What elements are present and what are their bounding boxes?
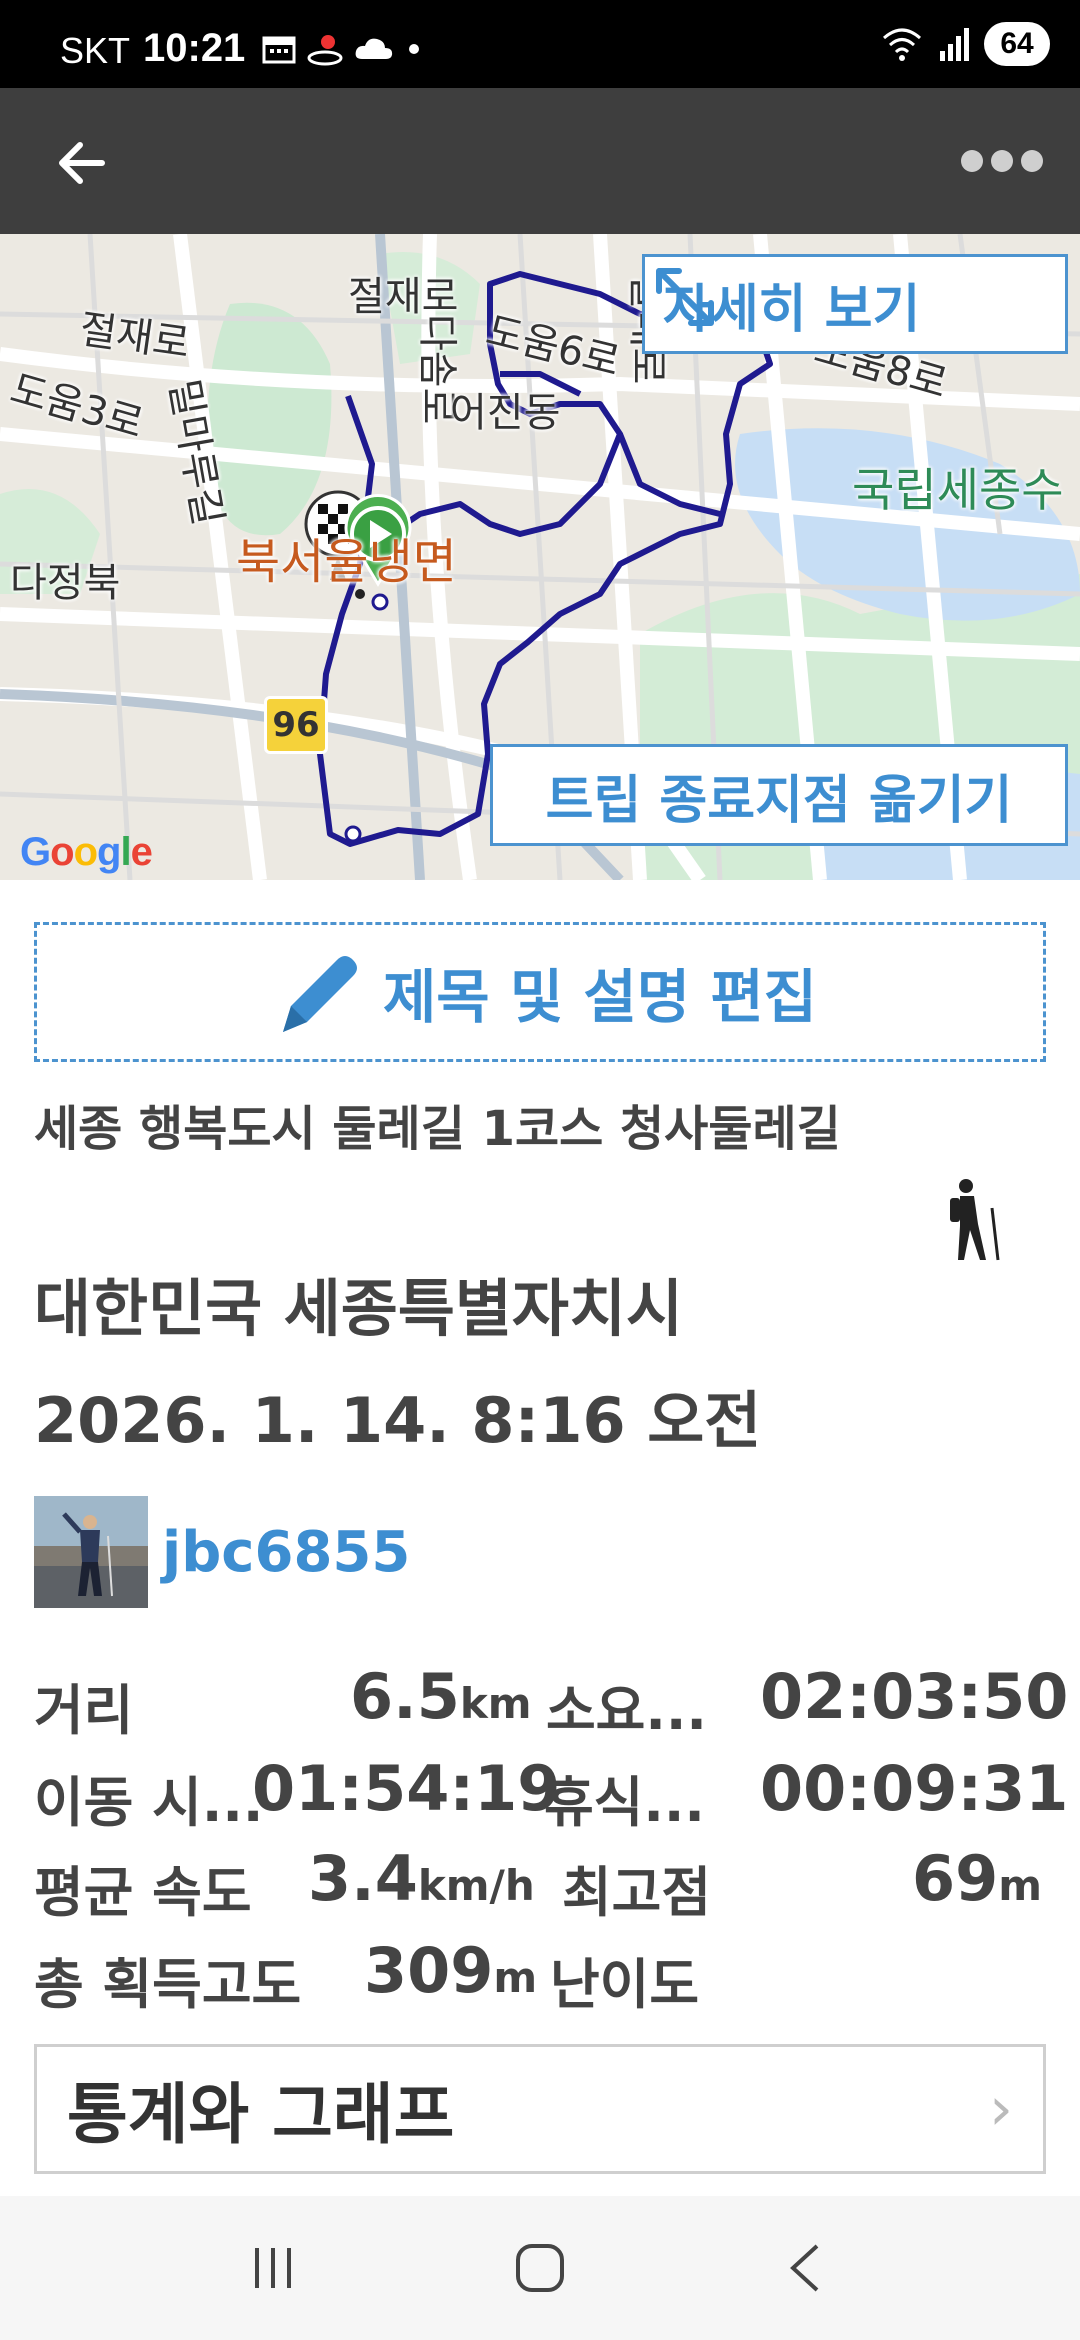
map-pin-icon: [307, 35, 343, 66]
trip-location: 대한민국 세종특별자치시: [34, 1272, 684, 1345]
hiking-icon: [950, 1179, 1000, 1261]
stats-graph-button[interactable]: 통계와 그래프 ›: [34, 2044, 1046, 2174]
arrow-left-icon: [59, 142, 105, 184]
more-options-button[interactable]: [954, 136, 1050, 186]
stats-graph-label: 통계와 그래프: [67, 2076, 455, 2153]
avg-speed-value: 3.4km/h: [308, 1842, 535, 1915]
stat-row-gain: 총 획득고도 309m 난이도: [34, 1934, 1054, 2024]
recent-apps-icon: [255, 2248, 292, 2288]
notification-icons: [262, 32, 424, 66]
distance-label: 거리: [34, 1679, 134, 1742]
google-logo: Google: [20, 830, 153, 874]
route-map[interactable]: 절재로 절재로 도움3로 밀마루길 다솜로 도움6로 갈매로 도움8로 어진동 …: [0, 234, 1080, 880]
move-end-point-button[interactable]: 트립 종료지점 옮기기: [490, 744, 1068, 846]
max-altitude-label: 최고점: [562, 1861, 712, 1924]
calendar-icon: [262, 36, 296, 64]
map-label-dong: 어진동: [450, 390, 561, 436]
elevation-gain-label: 총 획득고도: [34, 1953, 302, 2016]
stat-row-speed: 평균 속도 3.4km/h 최고점 69m: [34, 1842, 1054, 1932]
expand-icon: [656, 268, 714, 326]
clock: 10:21: [143, 26, 246, 70]
rest-time-value: 00:09:31: [760, 1752, 1069, 1825]
trip-datetime: 2026. 1. 14. 8:16 오전: [34, 1384, 762, 1457]
signal-icon: [940, 28, 969, 61]
difficulty-label: 난이도: [550, 1953, 700, 2016]
moving-time-label: 이동 시...: [34, 1771, 264, 1834]
map-label-area: 다정북: [10, 560, 121, 606]
carrier-label: SKT: [60, 30, 131, 71]
chevron-left-icon: [789, 2244, 818, 2292]
edit-label: 제목 및 설명 편집: [382, 963, 818, 1031]
home-button[interactable]: [490, 2218, 590, 2318]
chevron-right-icon: ›: [989, 2074, 1013, 2144]
app-bar: [0, 88, 1080, 234]
system-nav-bar: [0, 2196, 1080, 2340]
home-icon: [515, 2244, 564, 2292]
stat-row-moving: 이동 시... 01:54:19 휴식... 00:09:31: [34, 1752, 1068, 1842]
trip-title: 세종 행복도시 둘레길 1코스 청사둘레길: [34, 1101, 841, 1157]
stat-row-distance: 거리 6.5km 소요... 02:03:50: [34, 1660, 1068, 1750]
route-number-badge: 96: [264, 696, 328, 754]
map-label-place: 북서울냉면: [236, 534, 457, 590]
dot-icon: [409, 44, 419, 54]
moving-time-value: 01:54:19: [252, 1752, 561, 1825]
pencil-icon: [282, 956, 357, 1032]
battery-indicator: 64: [984, 22, 1050, 66]
map-label-park: 국립세종수: [852, 463, 1064, 517]
edit-title-description-button[interactable]: 제목 및 설명 편집: [34, 922, 1046, 1062]
avatar[interactable]: [34, 1496, 148, 1608]
wifi-icon: [883, 28, 921, 61]
user-name-link[interactable]: jbc6855: [162, 1520, 410, 1585]
rest-time-label: 휴식...: [544, 1771, 705, 1834]
distance-value: 6.5km: [350, 1660, 532, 1733]
max-altitude-value: 69m: [912, 1842, 1043, 1915]
status-bar: SKT 10:21 64: [0, 0, 1080, 88]
nav-back-button[interactable]: [757, 2218, 857, 2318]
view-detail-button[interactable]: 자세히 보기: [642, 254, 1068, 354]
cloud-icon: [355, 38, 393, 59]
elevation-gain-value: 309m: [364, 1934, 538, 2007]
back-button[interactable]: [50, 128, 120, 198]
total-time-value: 02:03:50: [760, 1660, 1069, 1733]
avg-speed-label: 평균 속도: [34, 1861, 252, 1924]
system-icons: 64: [880, 22, 1050, 66]
move-end-point-label: 트립 종료지점 옮기기: [545, 770, 1013, 831]
more-dots-icon: [961, 150, 983, 172]
recent-apps-button[interactable]: [223, 2218, 323, 2318]
total-time-label: 소요...: [546, 1679, 707, 1742]
